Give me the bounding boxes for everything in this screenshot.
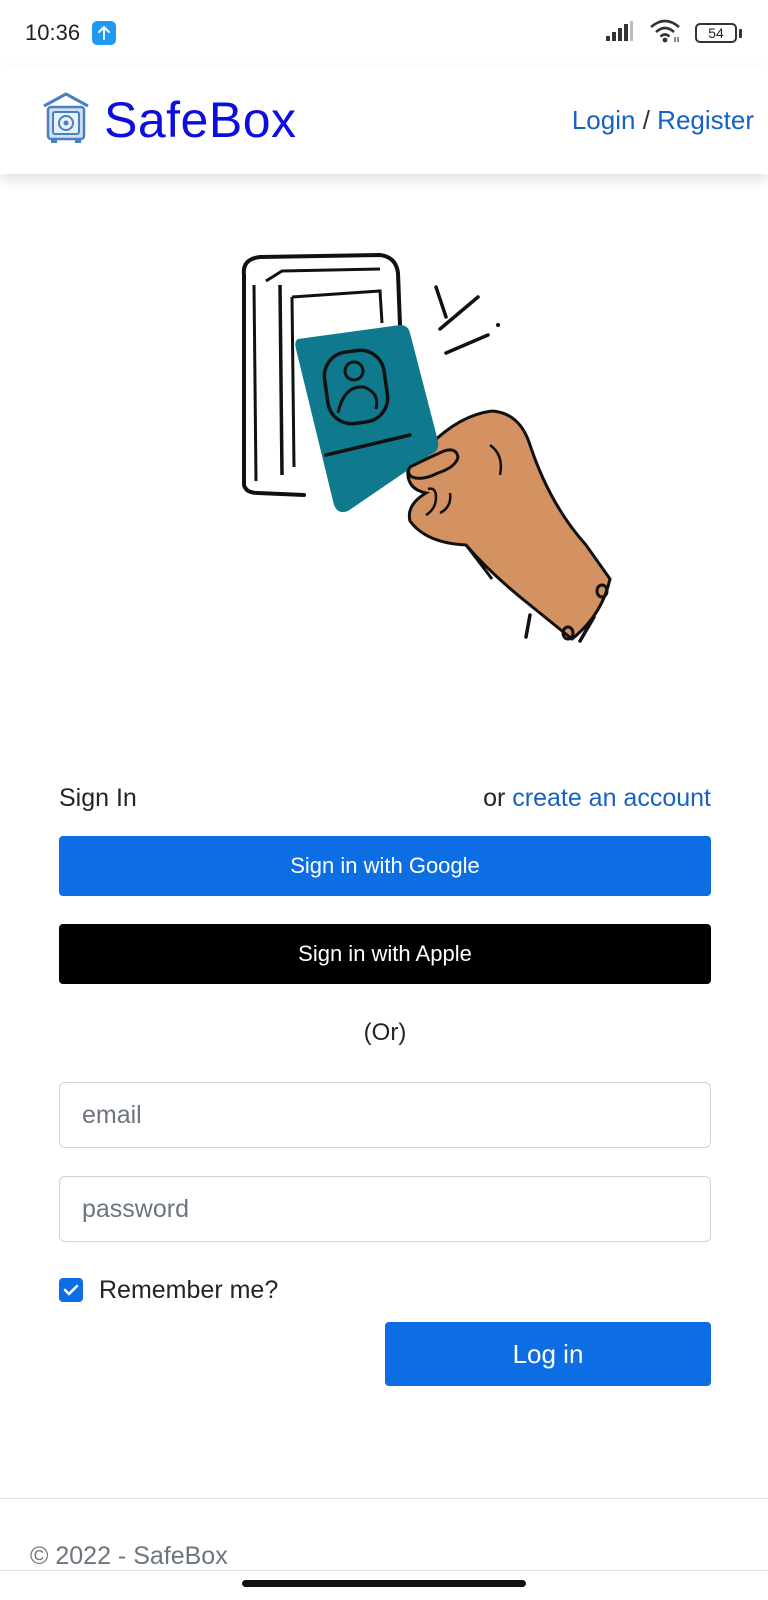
status-bar: 10:36 54	[0, 0, 768, 66]
login-row: Log in	[59, 1322, 711, 1386]
password-field[interactable]: password	[59, 1176, 711, 1242]
remember-me[interactable]: Remember me?	[59, 1270, 711, 1310]
footer-copyright: © 2022 - SafeBox	[30, 1542, 228, 1570]
form-header: Sign In or create an account	[59, 770, 711, 826]
safe-logo-icon	[40, 90, 92, 151]
create-account-prompt: or create an account	[483, 784, 711, 813]
battery-level: 54	[695, 23, 737, 43]
signal-icon	[605, 20, 635, 47]
auth-separator: /	[642, 104, 650, 135]
page: 10:36 54 SafeBox Login / Register Sign I…	[0, 0, 768, 1600]
upload-icon	[92, 21, 117, 45]
or-separator: (Or)	[363, 1019, 407, 1046]
or-text: or	[483, 783, 506, 812]
register-link[interactable]: Register	[657, 105, 754, 135]
status-time: 10:36	[25, 20, 81, 45]
remember-checkbox[interactable]	[59, 1278, 83, 1302]
wifi-icon	[649, 18, 681, 49]
battery-icon: 54	[695, 23, 742, 43]
log-in-button[interactable]: Log in	[385, 1322, 711, 1386]
home-indicator[interactable]	[242, 1580, 526, 1587]
footer-bottom-divider	[0, 1570, 768, 1571]
brand-name: SafeBox	[104, 92, 297, 148]
create-account-link[interactable]: create an account	[512, 784, 711, 812]
status-left: 10:36	[25, 20, 117, 46]
auth-links: Login / Register	[572, 105, 754, 136]
sign-in-form: Sign In or create an account Sign in wit…	[59, 770, 711, 1386]
login-link[interactable]: Login	[572, 105, 636, 135]
id-card-illustration	[230, 245, 630, 675]
footer-divider	[0, 1498, 768, 1499]
sign-in-title: Sign In	[59, 783, 137, 812]
remember-label: Remember me?	[99, 1275, 279, 1304]
check-icon	[63, 1284, 79, 1296]
email-field[interactable]: email	[59, 1082, 711, 1148]
password-placeholder: password	[82, 1194, 189, 1223]
google-sign-in-button[interactable]: Sign in with Google	[59, 836, 711, 896]
app-header: SafeBox Login / Register	[0, 66, 768, 174]
status-right: 54	[605, 18, 742, 49]
apple-sign-in-button[interactable]: Sign in with Apple	[59, 924, 711, 984]
email-placeholder: email	[82, 1100, 142, 1129]
brand[interactable]: SafeBox	[40, 90, 297, 151]
